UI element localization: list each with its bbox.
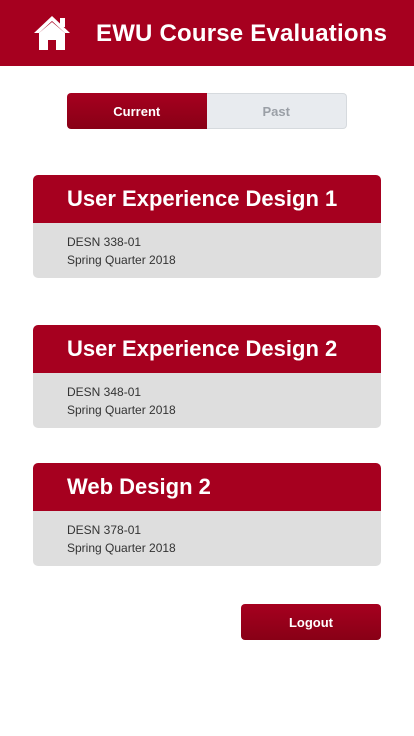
course-title: User Experience Design 1: [33, 175, 381, 223]
tab-current[interactable]: Current: [67, 93, 207, 129]
course-details: DESN 348-01 Spring Quarter 2018: [33, 373, 381, 428]
logout-button[interactable]: Logout: [241, 604, 381, 640]
course-code: DESN 378-01: [67, 523, 142, 537]
course-title: User Experience Design 2: [33, 325, 381, 373]
term-toggle: Current Past: [67, 93, 347, 129]
course-title: Web Design 2: [33, 463, 381, 511]
course-term: Spring Quarter 2018: [67, 403, 176, 417]
app-header: EWU Course Evaluations: [0, 0, 414, 66]
course-code: DESN 348-01: [67, 385, 142, 399]
tab-past[interactable]: Past: [206, 93, 347, 129]
home-icon[interactable]: [33, 15, 71, 51]
course-code: DESN 338-01: [67, 235, 142, 249]
course-details: DESN 378-01 Spring Quarter 2018: [33, 511, 381, 566]
course-card[interactable]: User Experience Design 2 DESN 348-01 Spr…: [33, 325, 381, 428]
course-details: DESN 338-01 Spring Quarter 2018: [33, 223, 381, 278]
course-term: Spring Quarter 2018: [67, 541, 176, 555]
course-card[interactable]: User Experience Design 1 DESN 338-01 Spr…: [33, 175, 381, 278]
app-title: EWU Course Evaluations: [96, 20, 388, 47]
course-card[interactable]: Web Design 2 DESN 378-01 Spring Quarter …: [33, 463, 381, 566]
course-term: Spring Quarter 2018: [67, 253, 176, 267]
